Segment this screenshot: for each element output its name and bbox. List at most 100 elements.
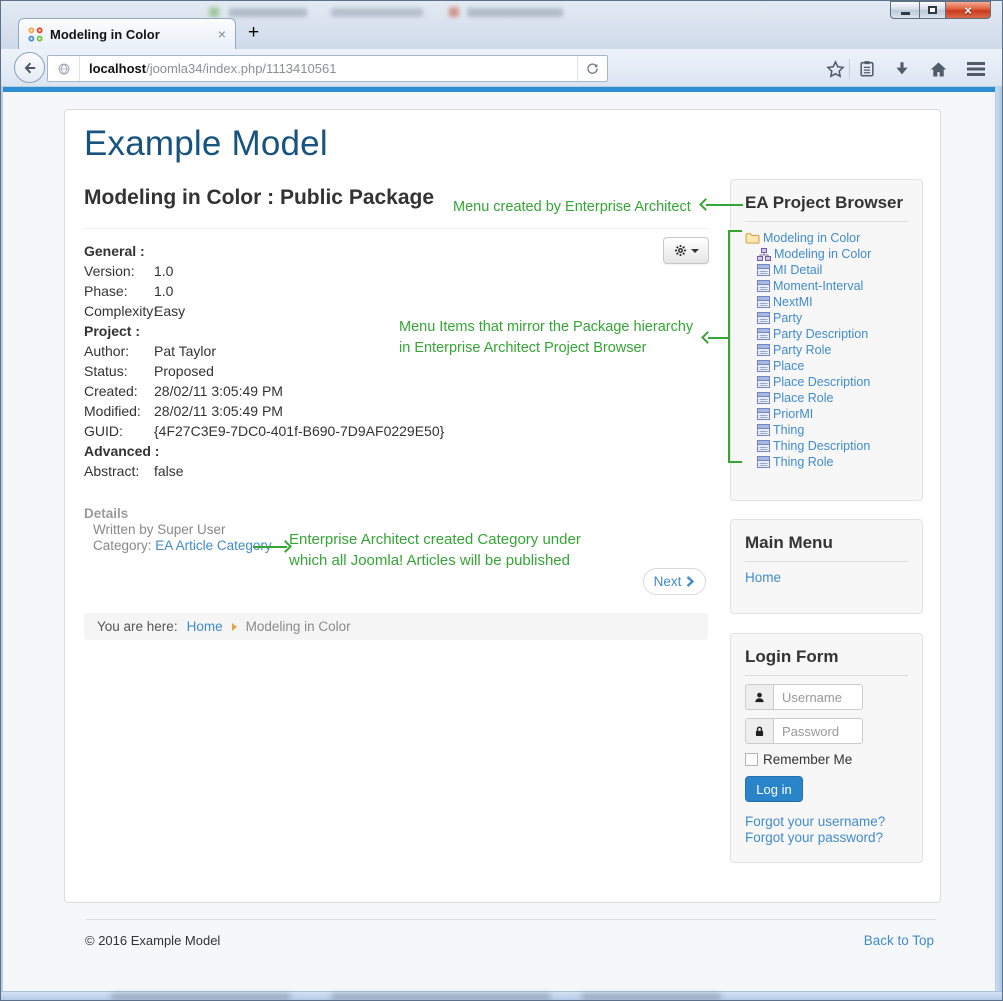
tree-item: Modeling in Color: [745, 246, 908, 262]
tree-link[interactable]: Modeling in Color: [774, 247, 871, 261]
field-label: Complexity:: [84, 303, 154, 319]
password-input[interactable]: [773, 718, 863, 744]
background-window-blur: [209, 7, 219, 17]
maximize-button[interactable]: [919, 1, 946, 19]
url-bar[interactable]: localhost/joomla34/index.php/1113410561: [47, 55, 608, 82]
window-controls: ×: [890, 1, 991, 19]
back-arrow-icon: [22, 60, 38, 76]
class-icon: [757, 408, 770, 420]
close-icon: ×: [964, 3, 972, 18]
window-frame-right: [995, 87, 1002, 994]
tree-link[interactable]: Party Description: [773, 327, 868, 341]
tab-close-icon[interactable]: ×: [218, 27, 226, 41]
menu-hamburger-icon[interactable]: [962, 57, 990, 81]
gear-icon: [674, 244, 687, 257]
annotation-bracket-top: [728, 230, 742, 232]
tree-link[interactable]: NextMI: [773, 295, 813, 309]
annotation-line: in Enterprise Architect Project Browser: [399, 338, 693, 359]
details-heading: Details: [84, 506, 272, 522]
tree-item: Thing Description: [745, 438, 908, 454]
url-path: /joomla34/index.php/1113410561: [146, 61, 336, 76]
category-label: Category:: [93, 538, 152, 553]
window-frame-bottom: [1, 991, 1002, 1000]
new-tab-button[interactable]: +: [248, 22, 259, 44]
chevron-right-icon: [686, 576, 695, 587]
field-value: Pat Taylor: [154, 343, 216, 359]
toolbar-divider: [849, 59, 850, 79]
window-titlebar: Modeling in Color × + ×: [1, 1, 1002, 49]
divider: [84, 228, 708, 229]
tree-item: NextMI: [745, 294, 908, 310]
tree-link[interactable]: Thing Description: [773, 439, 870, 453]
tree-link[interactable]: Moment-Interval: [773, 279, 863, 293]
annotation-bracket-line: [728, 230, 730, 463]
main-menu-panel: Main Menu Home: [730, 519, 923, 614]
close-button[interactable]: ×: [946, 1, 991, 19]
breadcrumb-current: Modeling in Color: [246, 619, 351, 634]
tree-link[interactable]: Place Description: [773, 375, 870, 389]
class-icon: [757, 312, 770, 324]
panel-title: EA Project Browser: [745, 193, 908, 222]
taskbar-blur: [331, 994, 551, 999]
downloads-icon[interactable]: [890, 57, 914, 81]
remember-me-label: Remember Me: [763, 752, 852, 767]
annotation-bracket-bottom: [728, 461, 742, 463]
article-options-button[interactable]: [663, 237, 709, 264]
field-label: GUID:: [84, 423, 154, 439]
field-label: Project :: [84, 323, 140, 339]
background-window-blur: [467, 8, 563, 17]
field-value: 28/02/11 3:05:49 PM: [154, 383, 283, 399]
field-label: Abstract:: [84, 463, 154, 479]
tree-item: MI Detail: [745, 262, 908, 278]
category-line: Category: EA Article Category: [84, 538, 272, 554]
diagram-icon: [757, 248, 771, 261]
main-menu-home-link[interactable]: Home: [745, 570, 908, 585]
forgot-password-link[interactable]: Forgot your password?: [745, 830, 908, 846]
field-row: Phase:1.0: [84, 281, 664, 301]
minimize-button[interactable]: [890, 1, 919, 19]
browser-window: Modeling in Color × + × localhost/joomla…: [0, 0, 1003, 1001]
tree-link[interactable]: Thing Role: [773, 455, 833, 469]
login-button[interactable]: Log in: [745, 776, 803, 802]
annotation-line: Enterprise Architect created Category un…: [289, 529, 581, 550]
next-button[interactable]: Next: [643, 568, 706, 595]
tree-link[interactable]: Place Role: [773, 391, 833, 405]
bookmarks-list-icon[interactable]: [855, 57, 879, 81]
username-input[interactable]: [773, 684, 863, 710]
field-value: 28/02/11 3:05:49 PM: [154, 403, 283, 419]
remember-me-checkbox[interactable]: [745, 753, 758, 766]
panel-title: Login Form: [745, 647, 908, 676]
field-value: 1.0: [154, 263, 173, 279]
field-label: Version:: [84, 263, 154, 279]
class-icon: [757, 264, 770, 276]
reload-button[interactable]: [577, 56, 607, 81]
browser-tab[interactable]: Modeling in Color ×: [18, 18, 236, 49]
class-icon: [757, 280, 770, 292]
field-row: Status:Proposed: [84, 361, 664, 381]
home-icon[interactable]: [926, 57, 950, 81]
forgot-username-link[interactable]: Forgot your username?: [745, 814, 908, 830]
tree-link[interactable]: MI Detail: [773, 263, 822, 277]
breadcrumb: You are here: Home Modeling in Color: [84, 613, 708, 640]
article-details-block: Details Written by Super User Category: …: [84, 506, 272, 554]
tree-link[interactable]: Party Role: [773, 343, 831, 357]
article-title: Modeling in Color : Public Package: [84, 186, 434, 210]
tree-link[interactable]: Place: [773, 359, 804, 373]
tree-link[interactable]: PriorMI: [773, 407, 813, 421]
tree-item: Place Description: [745, 374, 908, 390]
background-window-blur: [229, 8, 307, 17]
bookmark-star-icon[interactable]: [823, 57, 847, 81]
tree-link[interactable]: Thing: [773, 423, 804, 437]
article-fields: General : Version:1.0 Phase:1.0 Complexi…: [84, 241, 664, 481]
annotation-menu-items: Menu Items that mirror the Package hiera…: [399, 317, 693, 359]
tree-link-package[interactable]: Modeling in Color: [763, 231, 860, 245]
back-button[interactable]: [14, 52, 45, 83]
tree-item: Party: [745, 310, 908, 326]
tree-link[interactable]: Party: [773, 311, 802, 325]
back-to-top-link[interactable]: Back to Top: [864, 933, 934, 948]
breadcrumb-home-link[interactable]: Home: [187, 619, 223, 634]
field-value: false: [154, 463, 184, 479]
field-row: Created:28/02/11 3:05:49 PM: [84, 381, 664, 401]
field-value: Easy: [154, 303, 185, 319]
taskbar-blur: [581, 994, 721, 999]
